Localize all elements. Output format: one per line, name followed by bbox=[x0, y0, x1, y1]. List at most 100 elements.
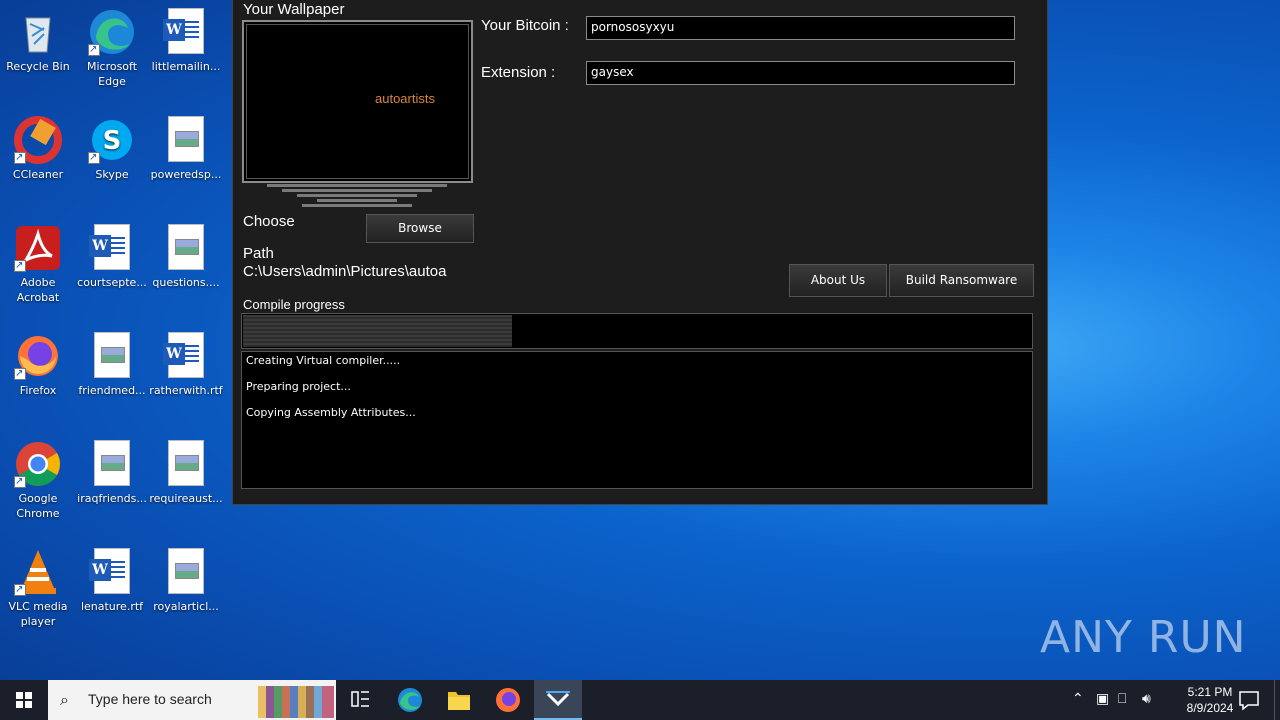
file-explorer-icon bbox=[448, 692, 470, 710]
wallpaper-title: Your Wallpaper bbox=[243, 1, 345, 18]
monitor-screen: autoartists bbox=[246, 24, 469, 179]
search-highlight-books-icon bbox=[258, 686, 334, 718]
shortcut-arrow-icon bbox=[88, 150, 100, 165]
desktop-icon-friendmed[interactable]: friendmed... bbox=[74, 332, 150, 398]
about-us-button[interactable]: About Us bbox=[789, 264, 887, 297]
shortcut-arrow-icon bbox=[88, 42, 100, 57]
anyrun-watermark: ANY RUN bbox=[1040, 612, 1247, 663]
desktop-icon-requireaust[interactable]: requireaust... bbox=[148, 440, 224, 506]
desktop-icon-questions[interactable]: questions.... bbox=[148, 224, 224, 290]
network-icon[interactable]: ⎕ bbox=[1118, 690, 1126, 707]
log-line: Creating Virtual compiler..... bbox=[246, 354, 401, 367]
svg-text:S: S bbox=[103, 126, 122, 156]
compile-log[interactable]: Creating Virtual compiler..... Preparing… bbox=[241, 351, 1033, 489]
wallpaper-preview: autoartists bbox=[242, 20, 473, 183]
volume-icon[interactable]: 🔊︎ bbox=[1142, 690, 1151, 707]
bitcoin-label: Your Bitcoin : bbox=[481, 17, 569, 34]
edge-icon bbox=[398, 688, 422, 712]
word-doc-icon: W bbox=[88, 548, 136, 596]
skype-icon: S bbox=[88, 116, 136, 165]
desktop-icon-label: Google Chrome bbox=[16, 492, 60, 520]
window-body: Your Wallpaper autoartists Choose Browse… bbox=[239, 0, 1041, 498]
notification-icon bbox=[1239, 691, 1259, 711]
chrome-icon bbox=[14, 440, 62, 489]
choose-label: Choose bbox=[243, 213, 295, 230]
shortcut-arrow-icon bbox=[14, 474, 26, 489]
meet-now-icon[interactable]: ▣ bbox=[1096, 690, 1109, 707]
desktop-icon-label: Recycle Bin bbox=[6, 60, 70, 73]
acrobat-icon bbox=[14, 224, 62, 273]
shortcut-arrow-icon bbox=[14, 366, 26, 381]
taskbar-firefox[interactable] bbox=[484, 680, 532, 720]
wallpaper-preview-text: autoartists bbox=[375, 91, 435, 106]
taskbar-edge[interactable] bbox=[386, 680, 434, 720]
desktop-icon-label: requireaust... bbox=[149, 492, 223, 505]
desktop-icon-label: iraqfriends... bbox=[77, 492, 147, 505]
desktop-icon-royalarticl[interactable]: royalarticl... bbox=[148, 548, 224, 614]
build-ransomware-button[interactable]: Build Ransomware bbox=[889, 264, 1034, 297]
path-value: C:\Users\admin\Pictures\autoa bbox=[243, 263, 447, 280]
desktop-icon-ccleaner[interactable]: CCleaner bbox=[0, 116, 76, 182]
desktop-icon-iraqfriends[interactable]: iraqfriends... bbox=[74, 440, 150, 506]
image-file-icon bbox=[88, 440, 136, 488]
ccleaner-icon bbox=[14, 116, 62, 165]
desktop-icon-label: friendmed... bbox=[78, 384, 146, 397]
firefox-icon bbox=[14, 332, 62, 381]
shortcut-arrow-icon bbox=[14, 582, 26, 597]
edge-icon bbox=[88, 8, 136, 57]
image-file-icon bbox=[162, 224, 210, 272]
compile-progress-bar bbox=[241, 313, 1033, 349]
desktop-icon-label: questions.... bbox=[152, 276, 220, 289]
windows-logo-icon bbox=[16, 692, 32, 708]
desktop-icon-label: Microsoft Edge bbox=[86, 60, 138, 88]
desktop-icon-skype[interactable]: S Skype bbox=[74, 116, 150, 182]
path-value-clip: C:\Users\admin\Pictures\autoa bbox=[243, 263, 475, 283]
desktop-icon-courtsepte[interactable]: W courtsepte... bbox=[74, 224, 150, 290]
show-hidden-icons-chevron-icon[interactable]: ⌃ bbox=[1072, 690, 1084, 707]
bitcoin-input[interactable]: pornososyxyu bbox=[586, 16, 1015, 40]
desktop-icon-vlc[interactable]: VLC media player bbox=[0, 548, 76, 629]
browse-button[interactable]: Browse bbox=[366, 214, 474, 243]
show-desktop-button[interactable] bbox=[1274, 680, 1280, 720]
desktop-icon-recycle-bin[interactable]: Recycle Bin bbox=[0, 8, 76, 74]
desktop-icon-label: courtsepte... bbox=[77, 276, 147, 289]
desktop-icon-label: royalarticl... bbox=[153, 600, 219, 613]
desktop-icon-label: Adobe Acrobat bbox=[16, 276, 60, 304]
desktop-icon-poweredsp[interactable]: poweredsp... bbox=[148, 116, 224, 182]
taskbar-file-explorer[interactable] bbox=[435, 680, 483, 720]
word-doc-icon: W bbox=[88, 224, 136, 272]
start-button[interactable] bbox=[0, 680, 48, 720]
desktop-icon-lenature[interactable]: W lenature.rtf bbox=[74, 548, 150, 614]
desktop-icon-label: ratherwith.rtf bbox=[149, 384, 223, 397]
shortcut-arrow-icon bbox=[14, 150, 26, 165]
desktop-icon-microsoft-edge[interactable]: Microsoft Edge bbox=[74, 8, 150, 89]
desktop-icon-google-chrome[interactable]: Google Chrome bbox=[0, 440, 76, 521]
taskbar-search-box[interactable]: ⌕ Type here to search bbox=[48, 680, 336, 720]
task-view-button[interactable] bbox=[336, 680, 384, 720]
shortcut-arrow-icon bbox=[14, 258, 26, 273]
desktop-icon-label: littlemailin... bbox=[151, 60, 221, 73]
search-placeholder: Type here to search bbox=[88, 691, 212, 707]
desktop-icon-label: Firefox bbox=[19, 384, 57, 397]
image-file-icon bbox=[162, 440, 210, 488]
search-icon: ⌕ bbox=[60, 690, 69, 709]
image-file-icon bbox=[162, 548, 210, 596]
desktop-icon-label: VLC media player bbox=[8, 600, 68, 628]
task-view-icon bbox=[351, 691, 369, 707]
firefox-icon bbox=[496, 688, 520, 712]
taskbar: ⌕ Type here to search ⌃ ▣ ⎕ 🔊︎ 5:21 PM 8… bbox=[0, 680, 1280, 720]
vlc-icon bbox=[14, 548, 62, 597]
taskbar-ransomware-builder[interactable] bbox=[534, 680, 582, 720]
compile-progress-fill bbox=[243, 315, 512, 347]
recycle-bin-icon bbox=[14, 8, 62, 56]
monitor-stand bbox=[267, 184, 447, 214]
word-doc-icon: W bbox=[162, 8, 210, 56]
path-label: Path bbox=[243, 245, 274, 262]
desktop-icon-adobe-acrobat[interactable]: Adobe Acrobat bbox=[0, 224, 76, 305]
desktop-icon-firefox[interactable]: Firefox bbox=[0, 332, 76, 398]
desktop-icon-littlemailin[interactable]: W littlemailin... bbox=[148, 8, 224, 74]
desktop-icon-ratherwith[interactable]: W ratherwith.rtf bbox=[148, 332, 224, 398]
notification-center-button[interactable] bbox=[1228, 680, 1268, 720]
extension-input[interactable]: gaysex bbox=[586, 61, 1015, 85]
desktop-icon-label: poweredsp... bbox=[150, 168, 222, 181]
